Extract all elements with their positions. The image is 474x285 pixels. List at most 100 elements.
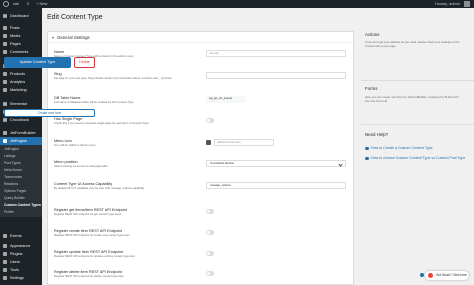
submenu-item-meta-boxes[interactable]: Meta Boxes — [0, 167, 42, 174]
field-rest-create: Register create item REST API Endpoint R… — [48, 229, 353, 249]
divider — [361, 80, 474, 81]
chat-icon — [428, 273, 433, 278]
field-menu-icon: Menu Icon Icon will be visible in admin … — [48, 139, 353, 159]
admin-bar-howdy[interactable]: Howdy, admin — [435, 0, 460, 8]
chevron-down-icon: ▾ — [52, 35, 55, 40]
notification-dot-icon — [420, 273, 424, 277]
field-rest-get: Register get items/item REST API Endpoin… — [48, 208, 353, 228]
settings-icon — [3, 276, 7, 280]
sidebar-item-jetformbuilder[interactable]: JetFormBuilder — [0, 129, 42, 137]
list-view-icon — [206, 140, 211, 145]
submenu-item-profile[interactable]: Profile — [0, 209, 42, 216]
delete-button[interactable]: Delete — [74, 57, 95, 68]
field-slug: Slug Set slug for your post type. Slug s… — [48, 72, 353, 92]
sidebar-item-comments[interactable]: Comments — [0, 48, 42, 56]
sidebar-item-marketing[interactable]: Marketing — [0, 86, 42, 94]
sidebar-item-plugins[interactable]: Plugins — [0, 250, 42, 258]
name-input[interactable]: Events — [206, 50, 346, 57]
db-table-name-value: wp_jet_cct_events — [206, 96, 246, 103]
dashboard-icon — [3, 14, 7, 18]
admin-bar-comments[interactable]: 0 — [27, 0, 29, 8]
field-access-capability: Content Type UI Access Capability By def… — [48, 182, 353, 202]
has-single-page-toggle[interactable] — [206, 118, 214, 123]
menu-icon-picker[interactable]: dashicons-list-view — [206, 139, 346, 146]
sidebar-item-dashboard[interactable]: Dashboard — [0, 12, 42, 20]
general-settings-header[interactable]: ▾ General Settings — [48, 32, 353, 43]
form-icon — [3, 131, 7, 135]
forms-title: Forms — [365, 86, 378, 91]
sidebar-item-settings[interactable]: Settings — [0, 274, 42, 282]
sidebar-item-posts[interactable]: Posts — [0, 24, 42, 32]
rest-delete-toggle[interactable] — [206, 271, 214, 276]
field-description: Check this if you need to separate singl… — [54, 121, 149, 125]
users-icon — [3, 260, 7, 264]
sidebar-item-tools[interactable]: Tools — [0, 266, 42, 274]
submenu-item-post-types[interactable]: Post Types — [0, 160, 42, 167]
create-new-form-button[interactable]: Create new form — [4, 109, 95, 117]
pin-icon — [3, 26, 7, 30]
field-description: Icon will be visible in admin menu — [54, 143, 96, 147]
rest-update-toggle[interactable] — [206, 251, 214, 256]
sidebar-item-crocoblock[interactable]: Crocoblock — [0, 116, 42, 124]
page-icon — [3, 42, 7, 46]
sidebar-item-media[interactable]: Media — [0, 32, 42, 40]
help-link-create-cct[interactable]: How to Create a Custom Content Type — [365, 146, 469, 151]
admin-bar-site-name[interactable]: site — [13, 0, 19, 8]
sidebar-item-appearance[interactable]: Appearance — [0, 242, 42, 250]
help-panel: Need Help? How to Create a Custom Conten… — [361, 127, 474, 177]
actions-text: If you don't get your address as you nee… — [365, 40, 460, 48]
chart-icon — [3, 80, 7, 84]
sidebar-item-jetengine[interactable]: JetEngine — [0, 137, 42, 145]
rest-get-toggle[interactable] — [206, 209, 214, 214]
plugin-icon — [3, 252, 7, 256]
megaphone-icon — [3, 88, 7, 92]
support-chat-button[interactable]: Got Stuck? Click here — [425, 271, 469, 280]
forms-panel: Forms Here you can create new form for J… — [361, 82, 474, 118]
field-rest-delete: Register delete item REST API Endpoint R… — [48, 270, 353, 285]
admin-bar-new[interactable]: + New — [36, 0, 47, 8]
submenu-item-custom-content-types[interactable]: Custom Content Types — [0, 202, 42, 209]
calendar-icon — [3, 234, 7, 238]
sidebar-item-elementor[interactable]: Elementor — [0, 100, 42, 108]
submenu-item-options-pages[interactable]: Options Pages — [0, 188, 42, 195]
divider — [361, 124, 474, 125]
slug-input[interactable] — [206, 72, 346, 79]
admin-sidebar: Dashboard Posts Media Pages Comments Woo… — [0, 8, 42, 285]
rest-create-toggle[interactable] — [206, 230, 214, 235]
update-content-type-button[interactable]: Update Content Type — [4, 57, 71, 68]
sidebar-item-users[interactable]: Users — [0, 258, 42, 266]
field-description: Register REST API endpoint for update ex… — [54, 254, 135, 258]
jetengine-icon — [3, 139, 7, 143]
access-capability-input[interactable]: manage_options — [206, 182, 346, 189]
section-title: General Settings — [57, 35, 90, 40]
field-rest-update: Register update item REST API Endpoint R… — [48, 250, 353, 270]
crocoblock-icon — [3, 118, 7, 122]
general-settings-card: ▾ General Settings Name Name of Custom C… — [47, 31, 354, 285]
sidebar-item-events[interactable]: Events — [0, 232, 42, 240]
avatar[interactable] — [464, 1, 470, 7]
wordpress-logo-icon[interactable] — [3, 1, 9, 7]
field-description: Register REST API endpoint for get conte… — [54, 212, 122, 216]
sidebar-item-analytics[interactable]: Analytics — [0, 78, 42, 86]
help-icon — [365, 146, 369, 151]
actions-title: Actions — [365, 32, 380, 37]
field-description: Register REST API endpoint for delete co… — [54, 274, 124, 278]
sidebar-item-pages[interactable]: Pages — [0, 40, 42, 48]
brush-icon — [3, 244, 7, 248]
submenu-item-listings[interactable]: Listings — [0, 153, 42, 160]
comment-icon — [3, 50, 7, 54]
field-menu-position: Menu position Select existing menu item … — [48, 160, 353, 180]
help-title: Need Help? — [365, 132, 389, 137]
field-description: Set slug for your post type. Slug should… — [54, 76, 173, 80]
submenu-item-taxonomies[interactable]: Taxonomies — [0, 174, 42, 181]
field-description: By default all CCT available only for us… — [54, 186, 145, 190]
help-icon — [365, 156, 369, 161]
media-icon — [3, 34, 7, 38]
submenu-item-relations[interactable]: Relations — [0, 181, 42, 188]
sidebar-item-products[interactable]: Products — [0, 70, 42, 78]
menu-position-select[interactable]: Crocoblock Section — [206, 160, 346, 167]
submenu-item-query-builder[interactable]: Query Builder — [0, 195, 42, 202]
submenu-item-jetengine[interactable]: JetEngine — [0, 146, 42, 153]
menu-icon-input[interactable]: dashicons-list-view — [214, 139, 274, 146]
help-link-cct-vs-cpt[interactable]: How to choose Custom Content Type vs Cus… — [365, 156, 469, 161]
